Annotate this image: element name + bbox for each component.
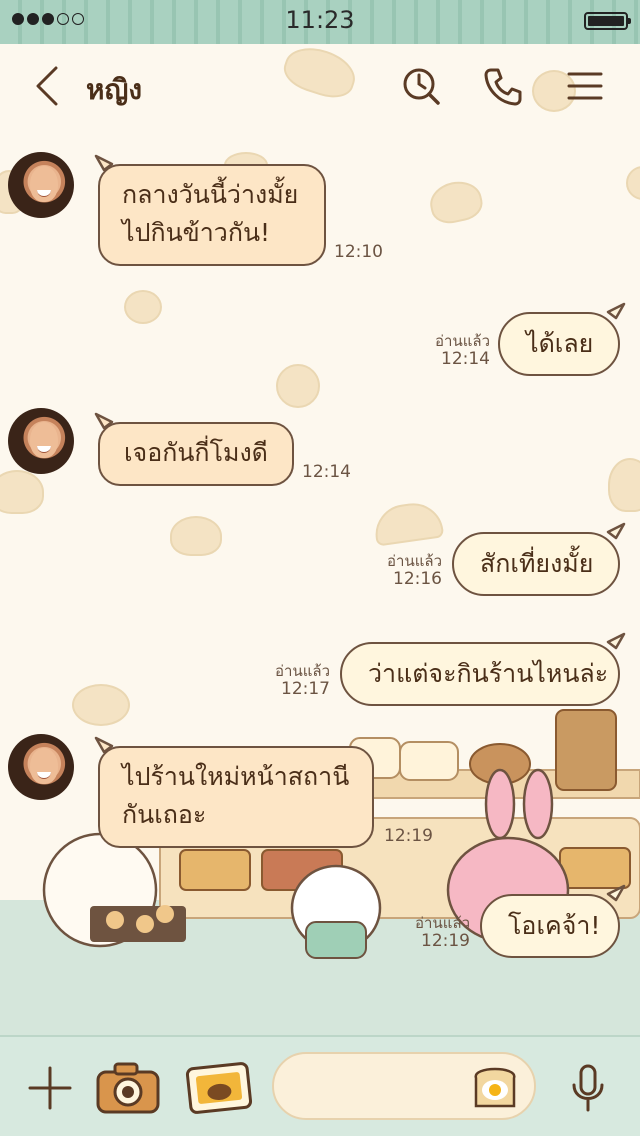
plus-icon (28, 1066, 72, 1109)
message-meta: อ่านแล้ว 12:14 (424, 332, 490, 368)
message-text: ได้เลย (526, 329, 594, 358)
incoming-message-bubble[interactable]: กลางวันนี้ว่างมั้ย ไปกินข้าวกัน! (94, 154, 326, 266)
read-receipt: อ่านแล้ว (387, 552, 442, 570)
message-text-line: เจอกันกี่โมงดี (124, 438, 268, 467)
incoming-message-bubble[interactable]: ไปร้านใหม่หน้าสถานี กันเถอะ (94, 736, 374, 848)
search-button[interactable] (396, 44, 446, 128)
message-compose-bar (0, 1035, 640, 1136)
phone-icon (484, 68, 522, 106)
back-button[interactable] (22, 44, 72, 128)
outgoing-message-bubble[interactable]: ว่าแต่จะกินร้านไหนล่ะ (340, 632, 626, 706)
incoming-message-bubble[interactable]: เจอกันกี่โมงดี (94, 412, 294, 486)
bread-loaf-icon (399, 741, 459, 781)
read-receipt: อ่านแล้ว (275, 662, 330, 680)
message-text-line: ไปร้านใหม่หน้าสถานี (122, 762, 350, 791)
clock-search-icon (403, 68, 440, 105)
message-text: โอเคจ้า! (508, 911, 601, 940)
message-meta: อ่านแล้ว 12:16 (378, 552, 442, 588)
chat-header: หญิง (0, 44, 640, 128)
contact-avatar[interactable] (8, 152, 74, 218)
message-time: 12:17 (281, 679, 330, 699)
gallery-button[interactable] (184, 1037, 254, 1136)
chevron-left-icon (36, 66, 58, 106)
status-time: 11:23 (285, 6, 355, 34)
baguette-basket-icon (555, 709, 617, 791)
message-text-line: ไปกินข้าวกัน! (122, 218, 271, 247)
message-text: ว่าแต่จะกินร้านไหนล่ะ (368, 659, 609, 688)
message-meta: อ่านแล้ว 12:19 (406, 914, 470, 950)
toast-decoration-icon (426, 177, 486, 227)
message-time: 12:19 (421, 931, 470, 951)
sandwich-decoration-icon (0, 470, 44, 514)
chat-screen: 11:23 หญิง กลางวันนี้ว่างมั้ย ไปกินข้าวก… (0, 0, 640, 1136)
donut-decoration-icon (124, 290, 162, 324)
add-button[interactable] (22, 1037, 78, 1136)
read-receipt: อ่านแล้ว (435, 332, 490, 350)
message-time: 12:19 (384, 826, 433, 846)
message-text: สักเที่ยงมั้ย (480, 549, 594, 578)
croissant-decoration-icon (371, 499, 445, 547)
camera-button[interactable] (94, 1037, 162, 1136)
message-time: 12:10 (334, 242, 383, 262)
battery-icon (584, 12, 631, 30)
outgoing-message-bubble[interactable]: สักเที่ยงมั้ย (452, 522, 626, 596)
message-time: 12:14 (302, 462, 351, 482)
call-button[interactable] (478, 44, 528, 128)
outgoing-message-bubble[interactable]: ได้เลย (498, 302, 626, 376)
contact-avatar[interactable] (8, 734, 74, 800)
message-time: 12:14 (441, 349, 490, 369)
message-meta: อ่านแล้ว 12:17 (266, 662, 330, 698)
toast-egg-sticker-icon (474, 1067, 516, 1108)
menu-button[interactable] (562, 44, 608, 128)
sandwich-decoration-icon (608, 458, 640, 512)
bun-decoration-icon (170, 516, 222, 556)
hamburger-menu-icon (567, 72, 603, 100)
pastry-decoration-icon (276, 364, 320, 408)
camera-icon (96, 1062, 160, 1113)
sticker-button[interactable] (470, 1062, 520, 1114)
photo-icon (185, 1061, 253, 1114)
message-text-line: กันเถอะ (122, 800, 207, 829)
chat-contact-name[interactable]: หญิง (86, 68, 142, 112)
message-time: 12:16 (393, 569, 442, 589)
contact-avatar[interactable] (8, 408, 74, 474)
message-input[interactable] (272, 1052, 536, 1120)
voice-button[interactable] (562, 1037, 614, 1136)
donut-decoration-icon (626, 166, 640, 200)
status-bar: 11:23 (0, 0, 640, 44)
read-receipt: อ่านแล้ว (415, 914, 470, 932)
microphone-icon (572, 1064, 604, 1111)
message-text-line: กลางวันนี้ว่างมั้ย (122, 180, 299, 209)
outgoing-message-bubble[interactable]: โอเคจ้า! (480, 884, 626, 958)
